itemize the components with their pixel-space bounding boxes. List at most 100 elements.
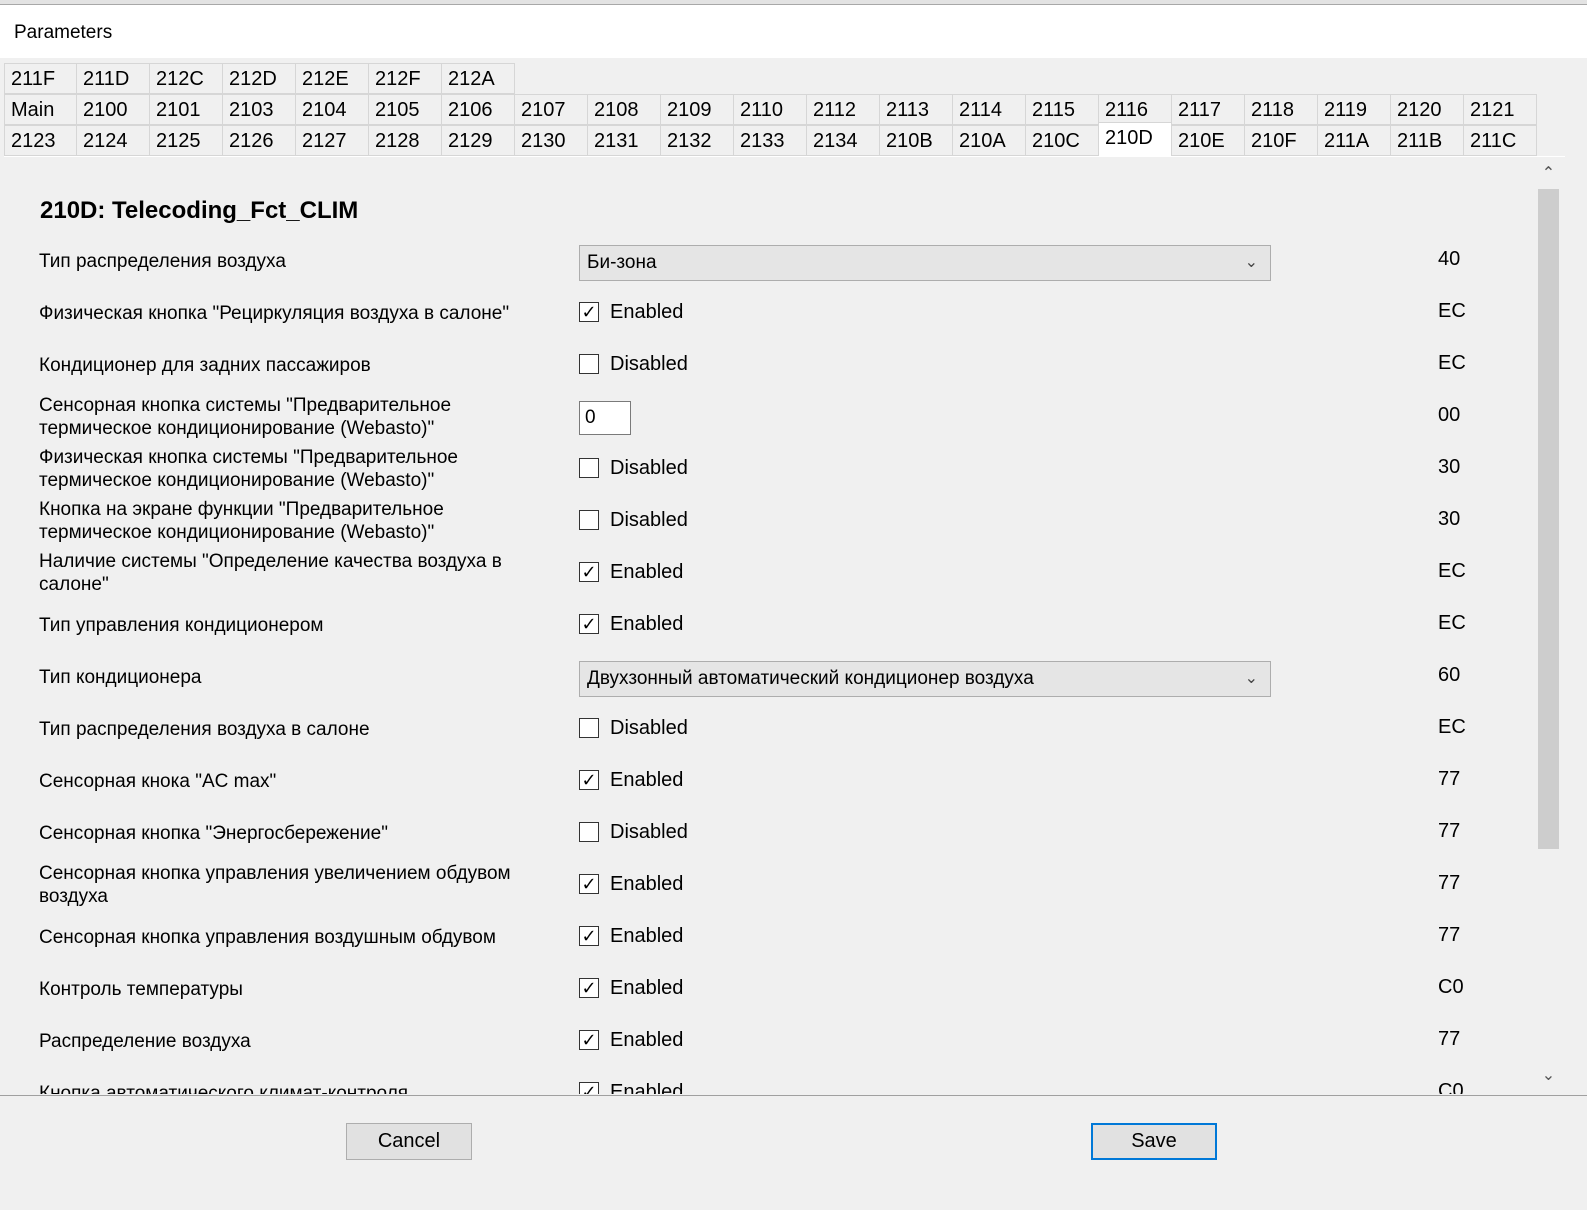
tab-2127[interactable]: 2127 [296,125,369,156]
tab-2107[interactable]: 2107 [515,94,588,125]
tab-212e[interactable]: 212E [296,63,369,94]
param-checkbox[interactable]: Disabled [579,715,688,741]
chevron-down-icon[interactable]: ⌄ [1245,246,1258,280]
tab-2123[interactable]: 2123 [4,125,77,156]
tab-2101[interactable]: 2101 [150,94,223,125]
tab-210a[interactable]: 210A [953,125,1026,156]
tab-2134[interactable]: 2134 [807,125,880,156]
tab-2116[interactable]: 2116 [1099,94,1172,125]
param-row: Кнопка автоматического климат-контроля ✓ E… [4,1066,1534,1094]
param-checkbox[interactable]: Disabled [579,455,688,481]
tab-210e[interactable]: 210E [1172,125,1245,156]
tab-2114[interactable]: 2114 [953,94,1026,125]
param-checkbox[interactable]: ✓ Enabled [579,1079,683,1094]
tab-212d[interactable]: 212D [223,63,296,94]
param-checkbox[interactable]: ✓ Enabled [579,611,683,637]
param-checkbox[interactable]: Disabled [579,351,688,377]
param-value: ✓ Enabled [579,1025,683,1061]
checkbox-box[interactable] [579,354,599,374]
tab-210f[interactable]: 210F [1245,125,1318,156]
tab-212f[interactable]: 212F [369,63,442,94]
tab-2126[interactable]: 2126 [223,125,296,156]
param-checkbox[interactable]: ✓ Enabled [579,1027,683,1053]
tab-2130[interactable]: 2130 [515,125,588,156]
checkbox-box[interactable]: ✓ [579,770,599,790]
tab-211f[interactable]: 211F [4,63,77,94]
tab-2115[interactable]: 2115 [1026,94,1099,125]
param-checkbox[interactable]: ✓ Enabled [579,975,683,1001]
tab-2113[interactable]: 2113 [880,94,953,125]
tab-211b[interactable]: 211B [1391,125,1464,156]
checkbox-box[interactable]: ✓ [579,874,599,894]
tab-210c[interactable]: 210C [1026,125,1099,156]
tab-2129[interactable]: 2129 [442,125,515,156]
param-checkbox[interactable]: ✓ Enabled [579,559,683,585]
param-value [579,401,631,437]
checkbox-box[interactable] [579,510,599,530]
tab-2124[interactable]: 2124 [77,125,150,156]
tab-2104[interactable]: 2104 [296,94,369,125]
param-value: Disabled [579,713,688,749]
param-checkbox[interactable]: ✓ Enabled [579,299,683,325]
tab-2110[interactable]: 2110 [734,94,807,125]
checkbox-box[interactable]: ✓ [579,614,599,634]
tab-211a[interactable]: 211A [1318,125,1391,156]
param-value: Disabled [579,817,688,853]
tab-2125[interactable]: 2125 [150,125,223,156]
tab-2121[interactable]: 2121 [1464,94,1537,125]
tab-main[interactable]: Main [4,94,77,125]
tab-2120[interactable]: 2120 [1391,94,1464,125]
tab-210b[interactable]: 210B [880,125,953,156]
param-row: Наличие системы "Определение качества во… [4,546,1534,598]
param-checkbox[interactable]: ✓ Enabled [579,923,683,949]
tab-211d[interactable]: 211D [77,63,150,94]
param-dropdown[interactable]: Би-зона ⌄ [579,245,1271,281]
tab-211c[interactable]: 211C [1464,125,1537,156]
checkbox-box[interactable]: ✓ [579,1082,599,1094]
checkbox-box[interactable]: ✓ [579,1030,599,1050]
param-row: Тип кондиционера Двухзонный автоматически… [4,650,1534,702]
cancel-button[interactable]: Cancel [346,1123,472,1160]
tab-2108[interactable]: 2108 [588,94,661,125]
param-code: 30 [1438,456,1461,478]
chevron-down-icon[interactable]: ⌄ [1245,662,1258,696]
tab-210d[interactable]: 210D [1099,122,1172,156]
checkbox-box[interactable] [579,458,599,478]
scroll-down-icon[interactable]: ⌄ [1536,1063,1561,1089]
scroll-up-icon[interactable]: ⌃ [1536,161,1561,187]
tab-2133[interactable]: 2133 [734,125,807,156]
param-checkbox[interactable]: Disabled [579,819,688,845]
tab-212a[interactable]: 212A [442,63,515,94]
checkbox-box[interactable]: ✓ [579,562,599,582]
param-checkbox[interactable]: ✓ Enabled [579,871,683,897]
save-button[interactable]: Save [1091,1123,1217,1160]
param-text-input[interactable] [579,401,631,435]
tab-2109[interactable]: 2109 [661,94,734,125]
tab-2131[interactable]: 2131 [588,125,661,156]
checkbox-box[interactable]: ✓ [579,978,599,998]
param-checkbox[interactable]: ✓ Enabled [579,767,683,793]
param-dropdown[interactable]: Двухзонный автоматический кондиционер во… [579,661,1271,697]
tab-2103[interactable]: 2103 [223,94,296,125]
checkbox-box[interactable] [579,718,599,738]
checkbox-label: Enabled [610,1080,684,1095]
dropdown-value: Двухзонный автоматический кондиционер во… [587,668,1034,689]
tab-2117[interactable]: 2117 [1172,94,1245,125]
tab-2105[interactable]: 2105 [369,94,442,125]
param-row: Физическая кнопка "Рециркуляция воздуха … [4,286,1534,338]
checkbox-box[interactable]: ✓ [579,302,599,322]
tab-212c[interactable]: 212C [150,63,223,94]
vertical-scrollbar[interactable]: ⌃ ⌄ [1536,157,1561,1094]
tab-2106[interactable]: 2106 [442,94,515,125]
checkbox-box[interactable] [579,822,599,842]
tab-2100[interactable]: 2100 [77,94,150,125]
tab-2128[interactable]: 2128 [369,125,442,156]
tab-2132[interactable]: 2132 [661,125,734,156]
param-checkbox[interactable]: Disabled [579,507,688,533]
param-value: ✓ Enabled [579,765,683,801]
tab-2118[interactable]: 2118 [1245,94,1318,125]
scrollbar-thumb[interactable] [1538,189,1559,849]
checkbox-box[interactable]: ✓ [579,926,599,946]
tab-2119[interactable]: 2119 [1318,94,1391,125]
tab-2112[interactable]: 2112 [807,94,880,125]
